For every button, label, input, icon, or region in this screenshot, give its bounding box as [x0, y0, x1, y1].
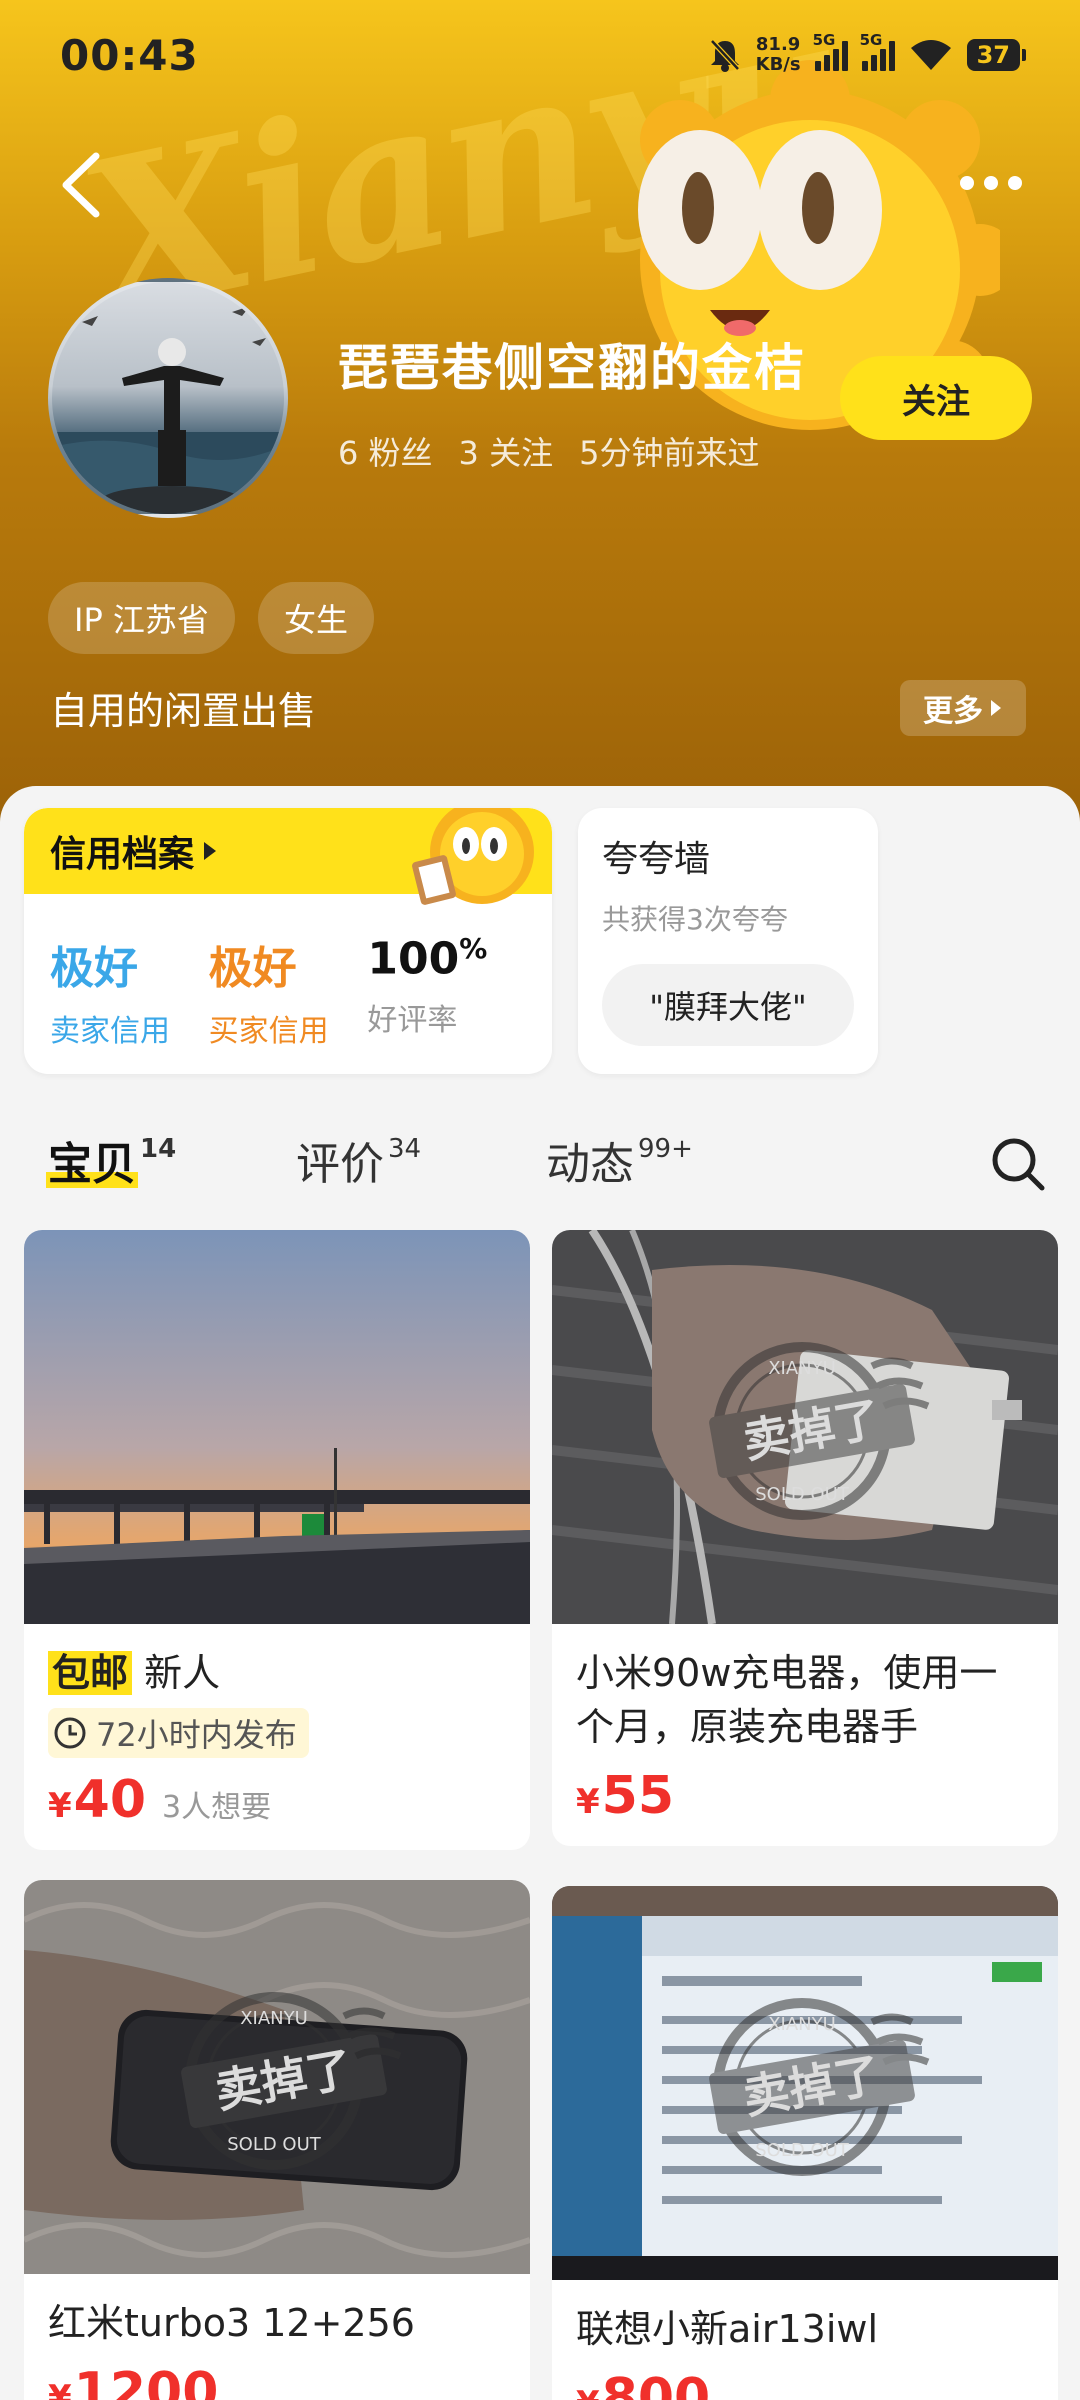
product-image: 卖掉了 XIANYU SOLD OUT	[24, 1880, 530, 2274]
product-title: 红米turbo3 12+256	[48, 2301, 415, 2345]
fans-count[interactable]: 6 粉丝	[338, 428, 433, 474]
product-price: ¥40	[48, 1770, 147, 1830]
product-title: 联想小新air13iwl	[576, 2307, 879, 2351]
signal-icon-sim2: 5G	[860, 31, 895, 71]
username: 琵琶巷侧空翻的金桔	[338, 339, 806, 397]
profile-header: Xianyu 00:43 81.9 KB/s 5G 5G 37 琵琶巷侧空翻的金…	[0, 0, 1080, 830]
battery-indicator: 37	[966, 39, 1027, 71]
tab-activity[interactable]: 动态 99+	[546, 1128, 693, 1192]
product-card[interactable]: 卖掉了 XIANYU SOLD OUT 红米turbo3 12+256 ¥120…	[24, 1880, 530, 2400]
product-card[interactable]: 包邮 新人 72小时内发布 ¥40 3人想要	[24, 1230, 530, 1850]
profile-screen: Xianyu 00:43 81.9 KB/s 5G 5G 37 琵琶巷侧空翻的金…	[0, 0, 1080, 2400]
product-price: ¥1200	[48, 2362, 219, 2400]
praise-wall-title: 夸夸墙	[602, 839, 711, 880]
product-title: 包邮 新人	[48, 1646, 506, 1700]
product-card[interactable]: 卖掉了 XIANYU SOLD OUT 小米90w充电器，使用一个月，原装充电器…	[552, 1230, 1058, 1846]
clock-icon	[54, 1717, 86, 1749]
avatar[interactable]	[48, 278, 288, 518]
profile-bio: 自用的闲置出售	[50, 689, 317, 733]
follow-button[interactable]: 关注	[840, 356, 1032, 440]
praise-wall-card[interactable]: 夸夸墙 共获得3次夸夸 "膜拜大佬"	[578, 808, 878, 1074]
want-count: 3人想要	[162, 1790, 272, 1825]
sold-out-stamp-icon: 卖掉了 XIANYU SOLD OUT	[709, 1998, 930, 2176]
credit-profile-card[interactable]: 信用档案 极好 卖家信用 极好 买家信用 100% 好评率	[24, 808, 552, 1074]
profile-content: 信用档案 极好 卖家信用 极好 买家信用 100% 好评率 夸夸墙 共获得3次夸…	[0, 786, 1080, 2400]
ip-location-tag: IP 江苏省	[48, 582, 235, 654]
svg-text:XIANYU: XIANYU	[240, 2008, 308, 2029]
mascot-clipboard-icon	[412, 808, 534, 905]
svg-text:SOLD OUT: SOLD OUT	[227, 2134, 322, 2155]
last-seen: 5分钟前来过	[579, 434, 760, 472]
positive-rate: 100% 好评率	[367, 932, 488, 1038]
bio-more-button[interactable]: 更多	[900, 680, 1026, 736]
product-image	[24, 1230, 530, 1624]
product-image: 卖掉了 XIANYU SOLD OUT	[552, 1886, 1058, 2280]
content-tabs: 宝贝 14 评价 34 动态 99+	[0, 1106, 1080, 1216]
sold-out-stamp-icon: 卖掉了 XIANYU SOLD OUT	[709, 1342, 930, 1520]
arrow-right-icon	[204, 842, 217, 860]
clock: 00:43	[60, 30, 199, 80]
publish-time-tag: 72小时内发布	[48, 1708, 309, 1758]
svg-text:SOLD OUT: SOLD OUT	[755, 2140, 850, 2161]
back-arrow-icon[interactable]	[56, 150, 106, 220]
svg-text:SOLD OUT: SOLD OUT	[755, 1484, 850, 1505]
network-speed: 81.9 KB/s	[755, 34, 801, 75]
credit-card-header: 信用档案	[24, 808, 552, 905]
wifi-icon	[910, 40, 951, 70]
praise-count: 共获得3次夸夸	[602, 903, 788, 936]
seller-credit: 极好 卖家信用	[50, 943, 170, 1049]
play-arrow-icon	[991, 700, 1001, 716]
product-price: ¥800	[576, 2368, 711, 2400]
product-card[interactable]: 卖掉了 XIANYU SOLD OUT 联想小新air13iwl ¥800	[552, 1886, 1058, 2400]
product-title: 小米90w充电器，使用一个月，原装充电器手	[576, 1651, 998, 1749]
svg-text:XIANYU: XIANYU	[768, 2014, 836, 2035]
product-image: 卖掉了 XIANYU SOLD OUT	[552, 1230, 1058, 1624]
signal-icon-sim1: 5G	[813, 31, 848, 71]
product-price: ¥55	[576, 1766, 675, 1826]
sold-out-stamp-icon: 卖掉了 XIANYU SOLD OUT	[181, 1992, 402, 2170]
more-options-icon[interactable]	[960, 168, 1030, 198]
svg-text:XIANYU: XIANYU	[768, 1358, 836, 1379]
tab-items[interactable]: 宝贝 14	[48, 1128, 176, 1192]
profile-stats: 6 粉丝 3 关注 5分钟前来过	[338, 428, 759, 474]
status-bar: 00:43 81.9 KB/s 5G 5G 37	[0, 0, 1080, 110]
free-shipping-badge: 包邮	[48, 1651, 133, 1695]
buyer-credit: 极好 买家信用	[208, 943, 329, 1049]
mute-bell-icon	[709, 39, 740, 72]
search-icon[interactable]	[990, 1136, 1046, 1192]
gender-tag: 女生	[258, 582, 375, 654]
tab-reviews[interactable]: 评价 34	[296, 1128, 421, 1192]
following-count[interactable]: 3 关注	[459, 428, 554, 474]
praise-tag: "膜拜大佬"	[602, 964, 854, 1046]
